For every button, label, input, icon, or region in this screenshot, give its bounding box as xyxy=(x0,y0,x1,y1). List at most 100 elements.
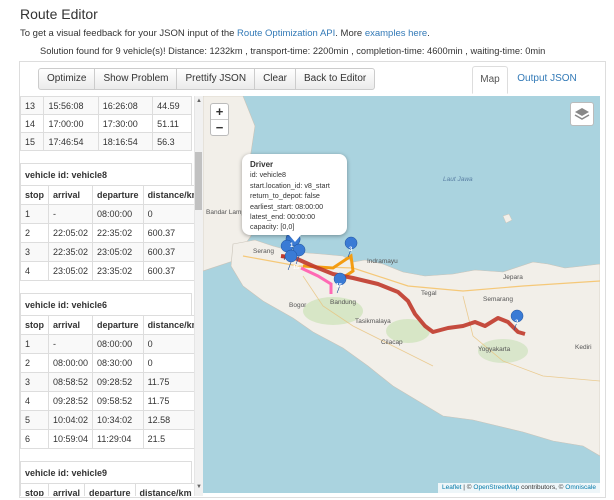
vehicle8-block: vehicle id: vehicle8 stop arrival depart… xyxy=(20,163,203,281)
cell-departure: 08:00:00 xyxy=(92,204,144,224)
vehicle6-table: stop arrival departure distance/km 1 - 0… xyxy=(20,315,203,449)
cell-stop: 2 xyxy=(20,223,49,243)
vehicle6-block: vehicle id: vehicle6 stop arrival depart… xyxy=(20,293,203,449)
optimize-button[interactable]: Optimize xyxy=(38,68,96,90)
omniscale-link[interactable]: Omniscale xyxy=(565,484,596,491)
layers-button[interactable] xyxy=(570,102,594,126)
cell-arrival: 08:58:52 xyxy=(47,372,94,392)
marker-label-15b[interactable]: 15 xyxy=(336,283,342,289)
table-row: 1 - 08:00:00 0 xyxy=(20,204,203,224)
label-bandung: Bandung xyxy=(330,299,357,306)
route-map[interactable]: Bandar Lampung Serang Bogor Bandung Indr… xyxy=(203,96,600,493)
cell-arrival: 22:35:02 xyxy=(47,242,94,262)
cell-arrival: 08:00:00 xyxy=(47,353,94,373)
label-sea: Laut Jawa xyxy=(443,176,473,183)
cell-departure: 10:34:02 xyxy=(92,410,144,430)
solution-summary: Solution found for 9 vehicle(s)! Distanc… xyxy=(40,46,546,56)
scroll-up-arrow-icon[interactable]: ▲ xyxy=(196,98,202,104)
cell-stop: 3 xyxy=(20,372,49,392)
cell-arrival: - xyxy=(47,204,94,224)
table-row: 15 17:46:54 18:16:54 56.3 xyxy=(20,132,192,151)
route-red-west xyxy=(280,254,296,260)
table-row: 13 15:56:08 16:26:08 44.59 xyxy=(20,96,192,115)
table-row: 3 08:58:52 09:28:52 11.75 xyxy=(20,372,203,392)
cell-distance: 44.59 xyxy=(152,96,192,115)
vehicle9-block: vehicle id: vehicle9 stop arrival depart… xyxy=(20,461,203,496)
zoom-out-button[interactable]: − xyxy=(211,120,228,135)
cell-departure: 09:28:52 xyxy=(92,372,144,392)
vehicle6-title: vehicle id: vehicle6 xyxy=(20,293,192,315)
cell-arrival: 17:46:54 xyxy=(43,132,99,151)
col-arrival: arrival xyxy=(47,483,86,496)
table-header-row: stop arrival departure distance/km xyxy=(20,185,203,205)
intro-text: To get a visual feedback for your JSON i… xyxy=(20,28,430,39)
cell-stop: 2 xyxy=(20,353,49,373)
cell-stop: 13 xyxy=(20,96,45,115)
cell-stop: 1 xyxy=(20,204,49,224)
scrollbar-thumb[interactable] xyxy=(195,152,202,210)
label-jepara: Jepara xyxy=(503,274,523,281)
table-header-row: stop arrival departure distance/km xyxy=(20,483,197,496)
table-row: 6 10:59:04 11:29:04 21.5 xyxy=(20,429,203,449)
clear-button[interactable]: Clear xyxy=(254,68,296,90)
table-row: 5 10:04:02 10:34:02 12.58 xyxy=(20,410,203,430)
intro-mid: . More xyxy=(335,28,365,39)
popup-tip xyxy=(289,235,301,242)
page-title: Route Editor xyxy=(20,6,98,22)
cell-distance: 51.11 xyxy=(152,114,192,133)
popup-line: latest_end: 00:00:00 xyxy=(250,212,316,222)
scroll-down-arrow-icon[interactable]: ▼ xyxy=(196,484,202,490)
marker-label-3[interactable]: 3 xyxy=(349,247,352,253)
tab-map[interactable]: Map xyxy=(472,66,508,94)
leaflet-link[interactable]: Leaflet xyxy=(442,484,462,491)
col-arrival: arrival xyxy=(47,315,94,335)
cell-arrival: 09:28:52 xyxy=(47,391,94,411)
examples-link[interactable]: examples here xyxy=(365,28,427,39)
col-departure: departure xyxy=(92,315,144,335)
cell-stop: 5 xyxy=(20,410,49,430)
cell-arrival: 22:05:02 xyxy=(47,223,94,243)
popup-line: return_to_depot: false xyxy=(250,191,320,201)
attribution-sep: | © xyxy=(461,484,474,491)
driver-popup: Driver id: vehicle8 start.location_id: v… xyxy=(242,154,347,235)
cell-departure: 18:16:54 xyxy=(97,132,154,151)
layers-icon xyxy=(574,108,590,120)
map-attribution: Leaflet | © OpenStreetMap contributors, … xyxy=(437,483,600,493)
table-row: 2 08:00:00 08:30:00 0 xyxy=(20,353,203,373)
marker-label-15a[interactable]: 15 xyxy=(293,265,299,271)
show-problem-button[interactable]: Show Problem xyxy=(94,68,178,90)
table-header-row: stop arrival departure distance/km xyxy=(20,315,203,335)
cell-departure: 22:35:02 xyxy=(92,223,144,243)
route-optimization-api-link[interactable]: Route Optimization API xyxy=(237,28,335,39)
marker-label-1[interactable]: 1 xyxy=(290,243,293,249)
label-semarang: Semarang xyxy=(483,296,513,303)
cell-arrival: - xyxy=(47,334,94,354)
cell-stop: 6 xyxy=(20,429,49,449)
cell-departure: 11:29:04 xyxy=(92,429,144,449)
cell-stop: 3 xyxy=(20,242,49,262)
cell-departure: 17:30:00 xyxy=(97,114,154,133)
tab-output-json[interactable]: Output JSON xyxy=(510,66,584,94)
col-departure: departure xyxy=(84,483,136,496)
label-bogor: Bogor xyxy=(289,302,307,309)
prettify-json-button[interactable]: Prettify JSON xyxy=(176,68,256,90)
col-distance: distance/km xyxy=(134,483,197,496)
col-stop: stop xyxy=(20,185,49,205)
island-shape xyxy=(502,213,513,224)
cell-arrival: 15:56:08 xyxy=(43,96,99,115)
zoom-in-button[interactable]: + xyxy=(211,104,228,120)
label-tasikmalaya: Tasikmalaya xyxy=(355,318,391,325)
osm-link[interactable]: OpenStreetMap xyxy=(473,484,519,491)
cell-arrival: 10:04:02 xyxy=(47,410,94,430)
table-row: 1 - 08:00:00 0 xyxy=(20,334,203,354)
java-landmass xyxy=(230,239,600,457)
solution-tables[interactable]: 13 15:56:08 16:26:08 44.59 14 17:00:00 1… xyxy=(20,96,203,496)
marker-label-2[interactable]: 2 xyxy=(515,320,518,326)
attribution-mid: contributors, © xyxy=(519,484,566,491)
back-to-editor-button[interactable]: Back to Editor xyxy=(294,68,376,90)
cell-stop: 14 xyxy=(20,114,45,133)
cell-stop: 15 xyxy=(20,132,45,151)
cell-stop: 1 xyxy=(20,334,49,354)
label-kediri: Kediri xyxy=(575,344,592,351)
cell-arrival: 17:00:00 xyxy=(43,114,99,133)
